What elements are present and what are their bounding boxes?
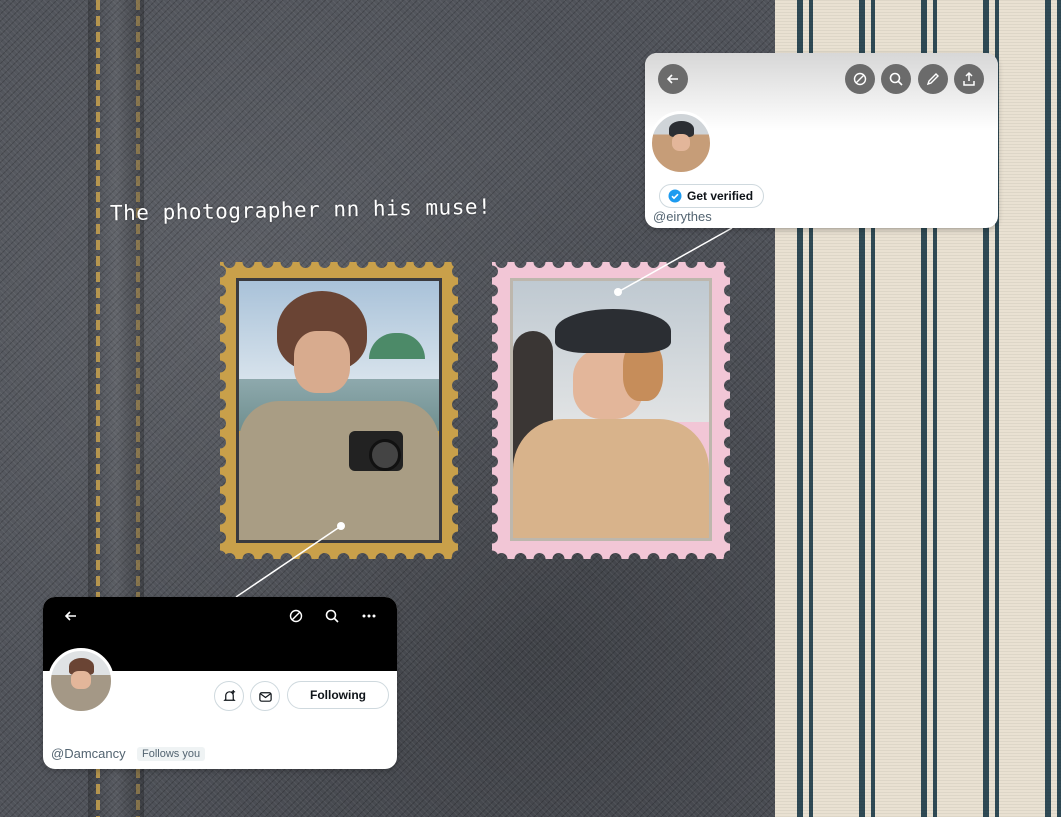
get-verified-label: Get verified bbox=[687, 189, 754, 203]
share-icon[interactable] bbox=[954, 64, 984, 94]
notification-add-icon[interactable] bbox=[214, 681, 244, 711]
back-arrow-icon[interactable] bbox=[658, 64, 688, 94]
more-icon[interactable] bbox=[357, 604, 381, 628]
profile-handle: @Damcancy bbox=[51, 746, 126, 761]
avatar[interactable] bbox=[649, 111, 713, 175]
message-icon[interactable] bbox=[250, 681, 280, 711]
get-verified-button[interactable]: Get verified bbox=[659, 184, 765, 208]
avatar[interactable] bbox=[48, 648, 114, 714]
follows-you-badge: Follows you bbox=[137, 747, 206, 761]
profile-card-damcancy: Following @Damcancy Follows you bbox=[43, 597, 397, 769]
search-icon[interactable] bbox=[881, 64, 911, 94]
verified-badge-icon bbox=[668, 189, 682, 203]
edit-pencil-icon[interactable] bbox=[918, 64, 948, 94]
profile-handle: @eirythes bbox=[653, 209, 712, 224]
search-icon[interactable] bbox=[320, 604, 344, 628]
history-icon[interactable] bbox=[845, 64, 875, 94]
back-arrow-icon[interactable] bbox=[59, 604, 83, 628]
following-button[interactable]: Following bbox=[287, 681, 389, 709]
history-icon[interactable] bbox=[284, 604, 308, 628]
profile-card-eirythes: Get verified @eirythes bbox=[645, 53, 998, 228]
